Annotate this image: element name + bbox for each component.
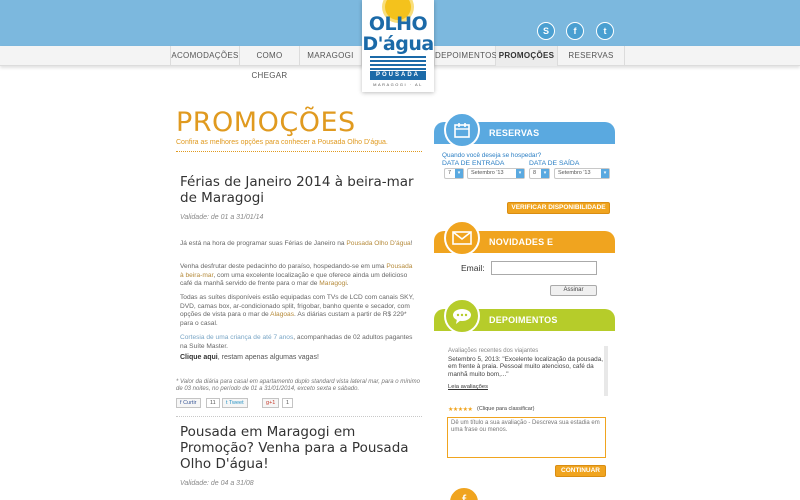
newsletter-email-input[interactable] bbox=[491, 261, 597, 275]
chevron-down-icon: ▾ bbox=[541, 169, 549, 178]
checkout-month-select[interactable]: Setembro '13 ▾ bbox=[554, 168, 610, 179]
facebook-icon[interactable]: f bbox=[566, 22, 584, 40]
waves-icon bbox=[370, 56, 426, 70]
speech-bubble-icon bbox=[444, 298, 480, 334]
nav-acomodacoes[interactable]: ACOMODAÇÕES bbox=[170, 46, 240, 66]
logo-city: MARAGOGI · AL bbox=[373, 82, 423, 87]
tweet-button[interactable]: t Tweet bbox=[222, 398, 248, 408]
logo-word-dagua: D'água bbox=[362, 33, 434, 55]
twitter-icon[interactable]: t bbox=[596, 22, 614, 40]
logo-pousada: POUSADA bbox=[370, 71, 426, 80]
review-text: Setembro 5, 2013: "Excelente localização… bbox=[448, 356, 604, 378]
post-paragraph: Já está na hora de programar suas Férias… bbox=[180, 240, 413, 247]
read-reviews-link[interactable]: Leia avaliações bbox=[448, 384, 488, 390]
email-label: Email: bbox=[461, 263, 485, 273]
rating-hint: (Clique para classificar) bbox=[477, 406, 535, 412]
post-paragraph: Cortesia de uma criança de até 7 anos, a… bbox=[180, 334, 413, 350]
reservas-title: RESERVAS bbox=[489, 128, 540, 138]
title-divider bbox=[176, 151, 422, 152]
facebook-icon: f bbox=[448, 486, 480, 500]
post-footnote: * Valor da diária para casal em apartame… bbox=[176, 379, 420, 393]
checkin-month-select[interactable]: Setembro '13 ▾ bbox=[467, 168, 525, 179]
post-divider bbox=[176, 416, 422, 417]
envelope-icon bbox=[444, 220, 480, 256]
post-title[interactable]: Pousada em Maragogi em Promoção? Venha p… bbox=[180, 424, 420, 472]
chevron-down-icon: ▾ bbox=[601, 169, 609, 178]
page-title: PROMOÇÕES bbox=[176, 107, 356, 138]
depoimentos-title: DEPOIMENTOS bbox=[489, 315, 558, 325]
recent-reviews-label: Avaliações recentes dos viajantes bbox=[448, 348, 539, 354]
nav-depoimentos[interactable]: DEPOIMENTOS bbox=[434, 46, 497, 66]
alagoas-link[interactable]: Alagoas bbox=[270, 311, 294, 318]
skype-icon[interactable]: S bbox=[537, 22, 555, 40]
facebook-like-button[interactable]: f Curtir bbox=[176, 398, 201, 408]
checkin-day-select[interactable]: 7 ▾ bbox=[444, 168, 464, 179]
checkout-day-select[interactable]: 8 ▾ bbox=[529, 168, 550, 179]
gplus-button[interactable]: g+1 bbox=[262, 398, 280, 408]
review-textarea[interactable]: Dê um título a sua avaliação - Descreva … bbox=[447, 417, 606, 458]
facebook-like-count: 11 bbox=[206, 398, 220, 408]
nav-promocoes[interactable]: PROMOÇÕES bbox=[496, 46, 558, 66]
chevron-down-icon: ▾ bbox=[516, 169, 524, 178]
clique-aqui-link[interactable]: Clique aqui bbox=[180, 354, 218, 361]
gplus-count: 1 bbox=[282, 398, 294, 408]
pousada-link[interactable]: Pousada Olho D'água bbox=[346, 240, 410, 247]
post-validity: Validade: de 04 a 31/08 bbox=[180, 480, 254, 487]
checkin-label: DATA DE ENTRADA bbox=[442, 160, 505, 167]
nav-maragogi[interactable]: MARAGOGI bbox=[300, 46, 362, 66]
post-paragraph: Venha desfrutar deste pedacinho do paraí… bbox=[180, 263, 413, 288]
star-rating-input[interactable]: ★★★★★ bbox=[448, 406, 473, 413]
nav-reservas[interactable]: RESERVAS bbox=[558, 46, 625, 66]
subscribe-button[interactable]: Assinar bbox=[550, 285, 597, 296]
check-availability-button[interactable]: VERIFICAR DISPONIBILIDADE bbox=[507, 202, 610, 214]
chevron-down-icon: ▾ bbox=[455, 169, 463, 178]
reservas-question: Quando você deseja se hospedar? bbox=[442, 152, 542, 159]
logo-word-olho: OLHO bbox=[368, 13, 428, 35]
post-paragraph: Todas as suítes disponíveis estão equipa… bbox=[180, 294, 414, 327]
page-subtitle: Confira as melhores opções para conhecer… bbox=[176, 139, 388, 146]
checkout-label: DATA DE SAÍDA bbox=[529, 160, 580, 167]
logo[interactable]: OLHO D'água POUSADA MARAGOGI · AL bbox=[362, 0, 434, 92]
post-validity: Validade: de 01 a 31/01/14 bbox=[180, 214, 264, 221]
post-title[interactable]: Férias de Janeiro 2014 à beira-mar de Ma… bbox=[180, 174, 420, 206]
cta-text: Clique aqui, restam apenas algumas vagas… bbox=[180, 354, 319, 361]
continue-button[interactable]: CONTINUAR bbox=[555, 465, 606, 477]
reviews-scrollbar[interactable] bbox=[604, 346, 608, 396]
calendar-icon bbox=[444, 112, 480, 148]
maragogi-link[interactable]: Maragogi bbox=[319, 280, 347, 287]
nav-como-chegar[interactable]: COMO CHEGAR bbox=[240, 46, 300, 80]
